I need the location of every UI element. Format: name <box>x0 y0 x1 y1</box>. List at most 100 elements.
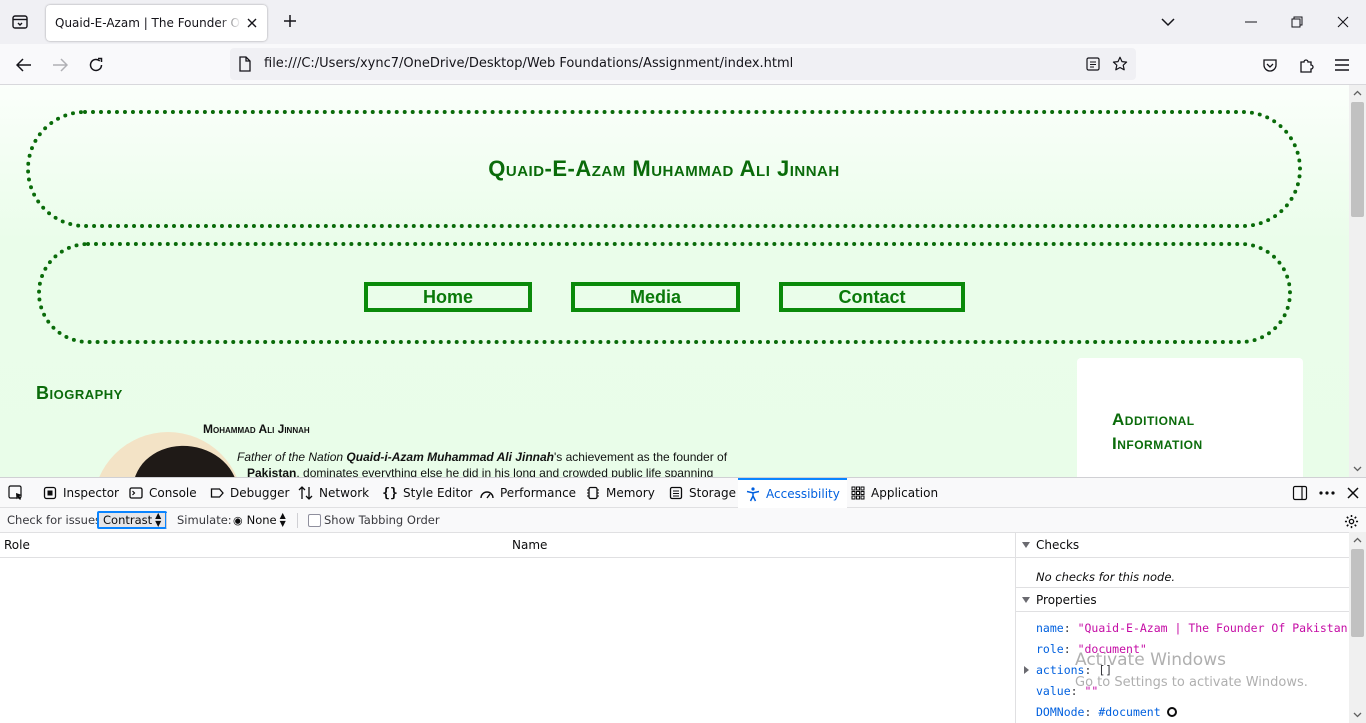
arrow-left-icon[interactable] <box>11 52 37 78</box>
checks-section-header[interactable]: Checks <box>1016 533 1349 558</box>
storage-icon <box>668 485 684 501</box>
accessibility-sidebar: Checks No checks for this node. Properti… <box>1016 533 1349 723</box>
check-issues-select[interactable]: Contrast ▲ ▼ <box>97 511 168 529</box>
tab-list-icon[interactable] <box>8 10 32 34</box>
tabbing-order-label[interactable]: Show Tabbing Order <box>324 513 440 527</box>
tabbing-order-checkbox[interactable] <box>308 514 321 527</box>
reader-view-icon[interactable] <box>1084 55 1102 73</box>
arrow-right-icon[interactable] <box>47 52 73 78</box>
tab-label: Application <box>871 486 939 500</box>
close-window-icon[interactable] <box>1320 0 1366 44</box>
tab-storage[interactable]: Storage <box>668 478 736 508</box>
tab-strip: Quaid-E-Azam | The Founder Of Pakistan <box>0 0 1366 44</box>
nav-link-home[interactable]: Home <box>364 282 532 312</box>
tab-accessibility[interactable]: Accessibility <box>738 478 847 508</box>
tab-application[interactable]: Application <box>850 478 938 508</box>
network-icon <box>298 485 314 501</box>
tab-label: Inspector <box>63 486 119 500</box>
tab-memory[interactable]: Memory <box>585 478 655 508</box>
role-column-header[interactable]: Role <box>4 538 30 552</box>
accessibility-tree-header: Role Name <box>0 533 1015 558</box>
portrait-image <box>93 432 243 477</box>
name-column-header[interactable]: Name <box>512 538 547 552</box>
tab-network[interactable]: Network <box>298 478 369 508</box>
tab-label: Console <box>149 486 197 500</box>
expand-icon[interactable] <box>1024 666 1029 674</box>
tab-label: Performance <box>500 486 577 500</box>
simulate-value: None <box>246 513 277 527</box>
tab-label: Storage <box>689 486 736 500</box>
sidebar-title: Additional Information <box>1112 410 1203 453</box>
devtools-panel: Inspector Console Debugger Network {} St… <box>0 477 1366 723</box>
reload-icon[interactable] <box>83 52 109 78</box>
updown-icon: ▲ ▼ <box>155 511 162 528</box>
accessibility-icon <box>745 486 761 502</box>
braces-icon: {} <box>382 485 398 501</box>
site-header: Quaid-E-Azam Muhammad Ali Jinnah <box>26 110 1302 228</box>
url-bar[interactable]: file:///C:/Users/xync7/OneDrive/Desktop/… <box>230 48 1136 80</box>
star-icon[interactable] <box>1111 55 1129 73</box>
pocket-icon[interactable] <box>1257 52 1283 78</box>
simulate-select[interactable]: ◉ None ▲ ▼ <box>229 511 290 529</box>
biography-heading: Biography <box>36 383 123 403</box>
puzzle-icon[interactable] <box>1293 52 1319 78</box>
property-name[interactable]: name: "Quaid-E-Azam | The Founder Of Pak… <box>1036 621 1349 635</box>
restore-icon[interactable] <box>1274 0 1320 44</box>
sidebar-scrollbar[interactable] <box>1349 532 1366 723</box>
nav-link-media[interactable]: Media <box>571 282 740 312</box>
element-picker-icon[interactable] <box>7 485 25 501</box>
bio-after-name: 's achievement as the founder of <box>553 450 728 464</box>
hamburger-icon[interactable] <box>1329 52 1355 78</box>
site-nav: Home Media Contact <box>37 242 1292 344</box>
page-title: Quaid-E-Azam Muhammad Ali Jinnah <box>488 156 840 181</box>
property-actions[interactable]: actions: [] <box>1036 663 1112 677</box>
inspector-icon <box>42 485 58 501</box>
scrollbar-thumb[interactable] <box>1351 102 1364 217</box>
chevron-down-icon[interactable] <box>1158 12 1178 32</box>
properties-section-header[interactable]: Properties <box>1016 587 1349 612</box>
tab-label: Style Editor <box>403 486 473 500</box>
property-value[interactable]: value: "" <box>1036 684 1098 698</box>
target-icon[interactable] <box>1166 707 1177 717</box>
biography-paragraph: Father of the Nation Quaid-i-Azam Muhamm… <box>237 449 737 477</box>
console-icon <box>128 485 144 501</box>
checks-label: Checks <box>1036 538 1080 552</box>
plus-icon[interactable] <box>280 11 300 31</box>
property-domnode[interactable]: DOMNode: #document <box>1036 705 1177 719</box>
nav-link-contact[interactable]: Contact <box>779 282 965 312</box>
close-tab-icon[interactable] <box>243 14 261 32</box>
tab-title: Quaid-E-Azam | The Founder Of Pakistan <box>55 16 241 30</box>
tab-inspector[interactable]: Inspector <box>42 478 119 508</box>
scrollbar-thumb[interactable] <box>1351 549 1364 637</box>
page-scrollbar[interactable] <box>1349 85 1366 477</box>
bio-lead: Father of the Nation <box>237 450 347 464</box>
close-devtools-icon[interactable] <box>1344 484 1362 502</box>
updown-icon: ▲ ▼ <box>279 511 286 528</box>
tab-performance[interactable]: Performance <box>479 478 576 508</box>
tab-debugger[interactable]: Debugger <box>209 478 289 508</box>
url-text[interactable]: file:///C:/Users/xync7/OneDrive/Desktop/… <box>264 56 793 71</box>
accessibility-toolbar: Check for issues: Contrast ▲ ▼ Simulate: … <box>0 508 1366 533</box>
minimize-icon[interactable] <box>1228 0 1274 44</box>
bio-pakistan: Pakistan <box>247 466 297 477</box>
memory-icon <box>585 485 601 501</box>
gauge-icon <box>479 485 495 501</box>
page-content: Quaid-E-Azam Muhammad Ali Jinnah Home Me… <box>0 85 1349 477</box>
navigation-toolbar: file:///C:/Users/xync7/OneDrive/Desktop/… <box>0 44 1366 85</box>
biography-subheading: Mohammad Ali Jinnah <box>203 422 310 436</box>
tab-label: Network <box>319 486 370 500</box>
tab-label: Memory <box>606 486 655 500</box>
page-icon <box>238 56 252 72</box>
debugger-icon <box>209 485 225 501</box>
more-options-icon[interactable] <box>1318 484 1336 502</box>
sidebar: Additional Information <box>1077 358 1303 477</box>
dock-side-icon[interactable] <box>1291 484 1309 502</box>
no-checks-message: No checks for this node. <box>1036 570 1176 584</box>
grid-icon <box>850 485 866 501</box>
bio-name: Quaid-i-Azam Muhammad Ali Jinnah <box>346 450 554 464</box>
property-role[interactable]: role: "document" <box>1036 642 1147 656</box>
gear-icon[interactable] <box>1342 512 1360 530</box>
tab-console[interactable]: Console <box>128 478 197 508</box>
tab-style-editor[interactable]: {} Style Editor <box>382 478 472 508</box>
browser-tab[interactable]: Quaid-E-Azam | The Founder Of Pakistan <box>46 5 267 41</box>
